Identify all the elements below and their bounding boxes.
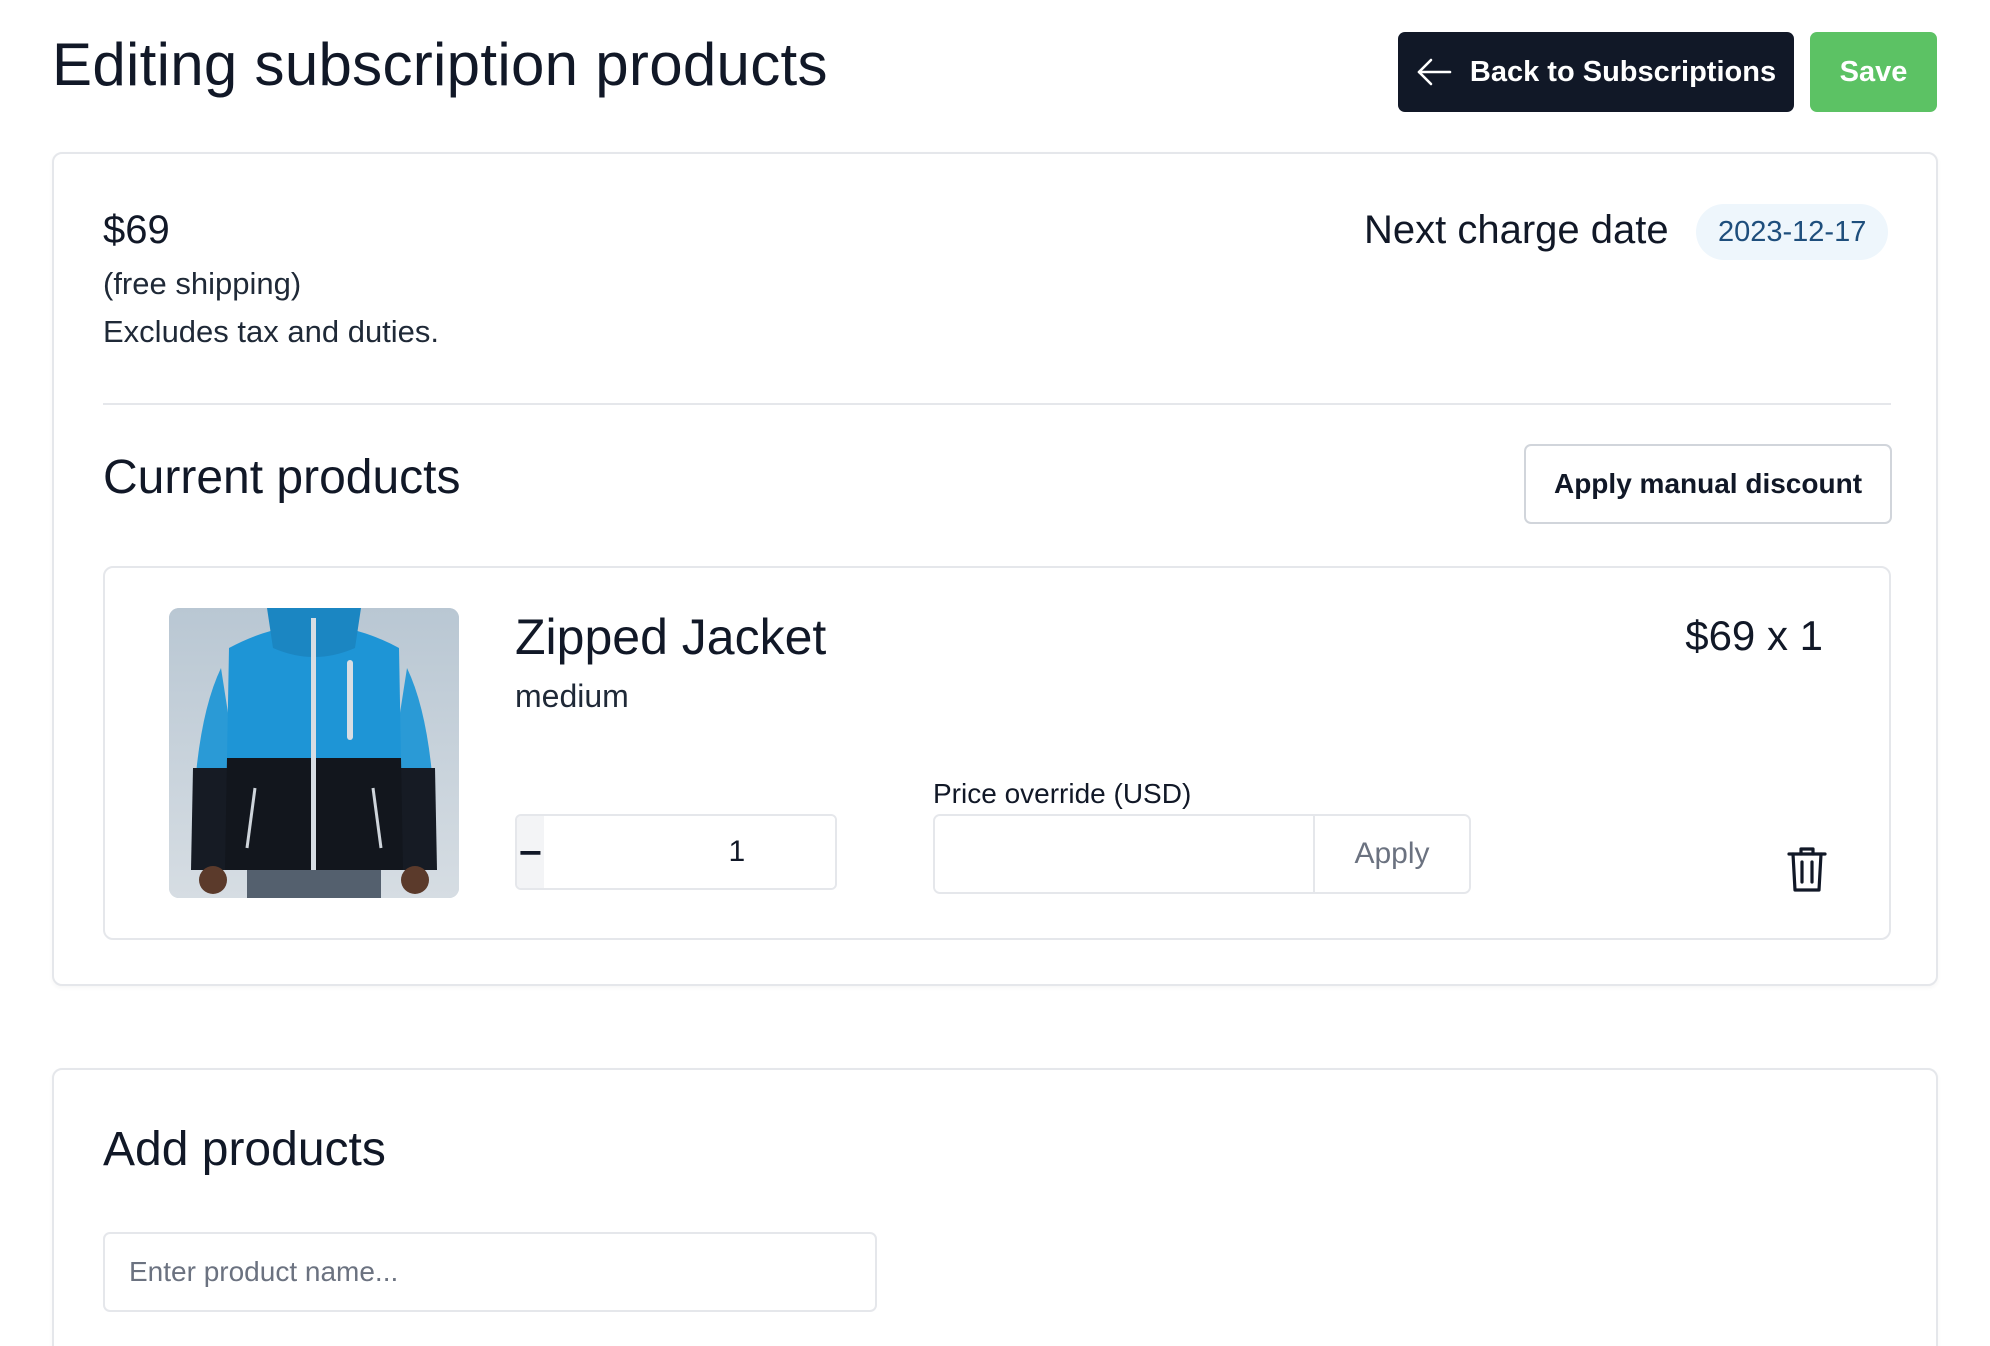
next-charge-label: Next charge date xyxy=(1364,208,1669,252)
apply-manual-discount-button[interactable]: Apply manual discount xyxy=(1524,444,1892,524)
quantity-input[interactable] xyxy=(543,816,835,888)
arrow-left-icon xyxy=(1417,58,1452,86)
delete-product-button[interactable] xyxy=(1785,844,1829,894)
divider xyxy=(103,403,1891,405)
trash-icon xyxy=(1787,847,1827,892)
price-override-group: Apply xyxy=(933,814,1471,894)
current-products-title: Current products xyxy=(103,451,461,504)
next-charge-date-badge: 2023-12-17 xyxy=(1696,204,1889,260)
subscription-price: $69 xyxy=(103,208,170,252)
add-products-card: Add products xyxy=(52,1068,1938,1346)
product-price-quantity: $69 x 1 xyxy=(1685,612,1823,659)
minus-icon: − xyxy=(517,833,544,871)
back-button-label: Back to Subscriptions xyxy=(1469,55,1777,88)
product-row: Zipped Jacket medium $69 x 1 − + Price o… xyxy=(103,566,1891,940)
tax-note: Excludes tax and duties. xyxy=(103,314,440,349)
product-variant: medium xyxy=(515,678,629,714)
quantity-stepper: − + xyxy=(515,814,837,890)
page-title: Editing subscription products xyxy=(52,31,828,98)
decrement-button[interactable]: − xyxy=(517,816,544,888)
save-button[interactable]: Save xyxy=(1810,32,1937,112)
price-override-input[interactable] xyxy=(935,816,1315,892)
product-search-input[interactable] xyxy=(103,1232,877,1312)
back-to-subscriptions-button[interactable]: Back to Subscriptions xyxy=(1398,32,1794,112)
subscription-summary-card: $69 (free shipping) Excludes tax and dut… xyxy=(52,152,1938,986)
apply-price-override-button[interactable]: Apply xyxy=(1315,816,1469,892)
add-products-title: Add products xyxy=(103,1123,386,1176)
page: Editing subscription products Back to Su… xyxy=(0,0,1990,1346)
product-image xyxy=(169,608,459,898)
shipping-note: (free shipping) xyxy=(103,266,302,301)
jacket-image xyxy=(169,608,459,898)
price-override-label: Price override (USD) xyxy=(933,778,1192,809)
product-name: Zipped Jacket xyxy=(515,609,827,665)
